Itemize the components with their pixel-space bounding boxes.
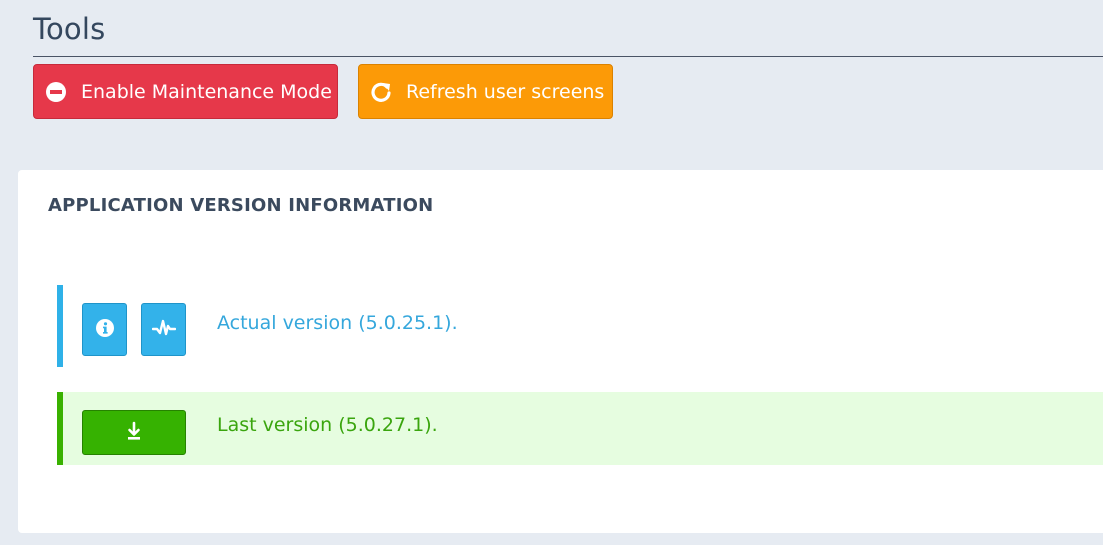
actual-version-text: Actual version (5.0.25.1). (217, 312, 458, 334)
refresh-icon (369, 80, 393, 104)
no-entry-icon (44, 80, 68, 104)
version-card-title: APPLICATION VERSION INFORMATION (48, 195, 434, 216)
download-icon (126, 421, 142, 445)
last-version-text: Last version (5.0.27.1). (217, 414, 438, 436)
last-version-row: Last version (5.0.27.1). (57, 392, 1103, 465)
refresh-user-screens-label: Refresh user screens (406, 80, 605, 103)
refresh-user-screens-button[interactable]: Refresh user screens (358, 64, 613, 119)
activity-button[interactable] (141, 303, 186, 356)
info-button[interactable] (82, 303, 127, 356)
version-info-card: APPLICATION VERSION INFORMATION Actual v… (18, 170, 1103, 533)
enable-maintenance-label: Enable Maintenance Mode (81, 80, 332, 103)
page-title: Tools (33, 12, 106, 46)
info-icon (95, 318, 115, 342)
pulse-icon (151, 318, 176, 342)
title-divider (33, 56, 1103, 57)
download-button[interactable] (82, 410, 186, 455)
enable-maintenance-button[interactable]: Enable Maintenance Mode (33, 64, 338, 119)
actual-version-row: Actual version (5.0.25.1). (57, 285, 1103, 367)
